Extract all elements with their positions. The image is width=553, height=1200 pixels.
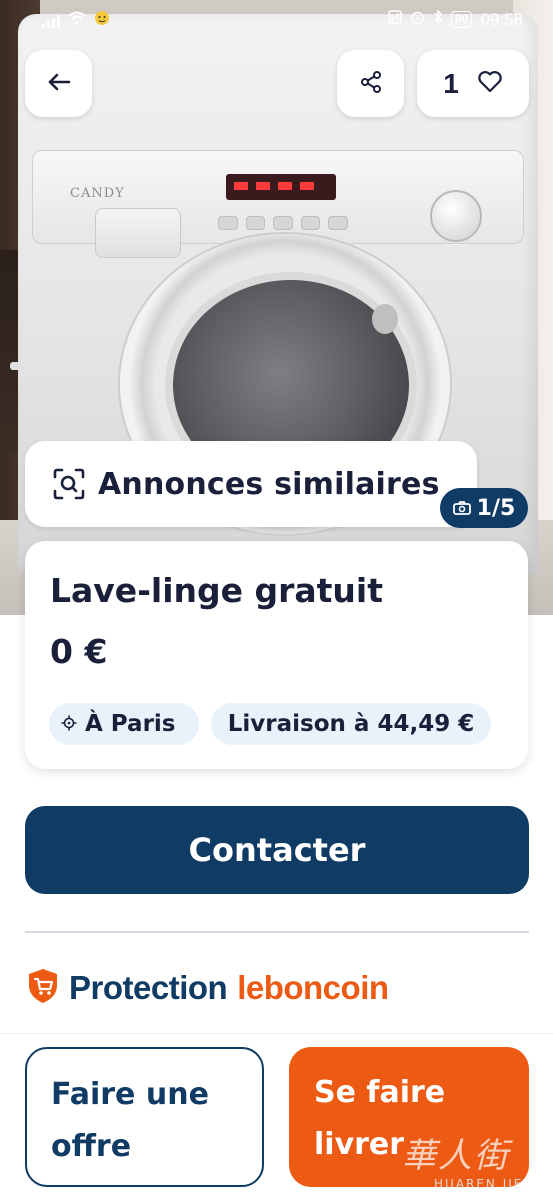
similar-ads-label: Annonces similaires (98, 466, 440, 502)
photo-counter-badge[interactable]: 1/5 (440, 488, 528, 528)
protection-word: Protection (69, 969, 228, 1006)
photo-door-handle (372, 304, 398, 334)
make-offer-button[interactable]: Faire une offre (25, 1047, 264, 1187)
photo-program-knob (430, 190, 482, 242)
similar-ads-button[interactable]: Annonces similaires (25, 441, 477, 527)
wifi-icon (68, 11, 86, 30)
listing-info-card: Lave-linge gratuit 0 € À Paris Livraison… (25, 541, 528, 769)
camera-icon (452, 496, 471, 521)
listing-title: Lave-linge gratuit (50, 571, 384, 610)
image-search-icon (52, 467, 86, 501)
location-target-icon (61, 711, 77, 737)
contact-button[interactable]: Contacter (25, 806, 529, 894)
photo-digital-display (226, 174, 336, 200)
listing-price: 0 € (50, 632, 108, 671)
shield-cart-icon (27, 968, 59, 1008)
status-bar: 90 09:58 (0, 0, 553, 38)
shipping-chip[interactable]: Livraison à 44,49 € (211, 703, 491, 745)
share-icon (359, 70, 383, 98)
share-button[interactable] (337, 50, 404, 117)
watermark-cjk-text: 華人街 (402, 1136, 510, 1176)
watermark-latin-text: HUAREN JIE (434, 1177, 524, 1191)
section-divider (25, 931, 529, 933)
photo-panel-buttons (218, 216, 348, 230)
location-text: À Paris (85, 711, 176, 737)
shipping-text: Livraison à 44,49 € (227, 711, 475, 737)
nfc-icon (388, 10, 402, 29)
favorites-count: 1 (443, 67, 459, 99)
make-offer-label-line1: Faire une (51, 1077, 209, 1112)
back-arrow-icon (47, 72, 71, 96)
heart-icon (477, 70, 503, 98)
back-button[interactable] (25, 50, 92, 117)
favorite-button[interactable]: 1 (417, 50, 529, 117)
photo-brand-logo: CANDY (70, 186, 125, 201)
battery-indicator: 90 (451, 11, 473, 28)
get-delivered-label-line1: Se faire (314, 1075, 446, 1110)
clock: 09:58 (480, 9, 523, 29)
signal-icon (42, 14, 60, 28)
alarm-icon (410, 10, 425, 30)
photo-counter-text: 1/5 (476, 495, 516, 521)
watermark: 華人街 HUAREN JIE (402, 1128, 542, 1194)
notification-emoji-icon (94, 10, 110, 31)
bluetooth-icon (433, 9, 443, 30)
leboncoin-logo-text: leboncoin (237, 969, 389, 1006)
protection-banner[interactable]: Protection leboncoin (27, 968, 389, 1008)
bottom-bar-separator (0, 1033, 553, 1034)
location-chip[interactable]: À Paris (49, 703, 199, 745)
make-offer-label-line2: offre (51, 1129, 132, 1164)
photo-detergent-drawer (95, 208, 181, 258)
